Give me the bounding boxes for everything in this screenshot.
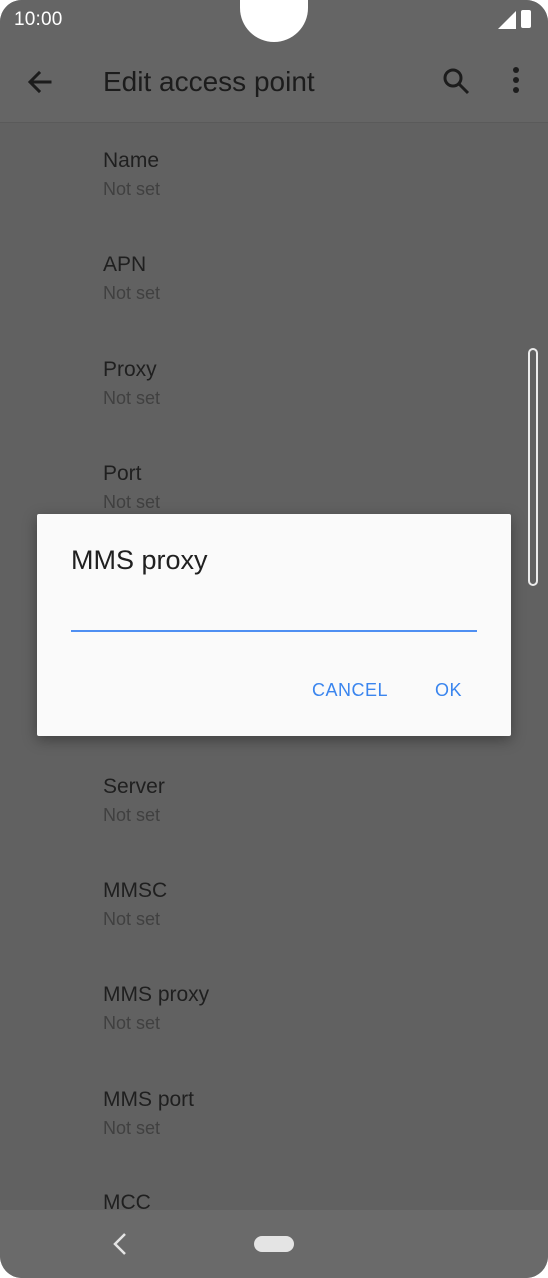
list-item-mms-port[interactable]: MMS port Not set [103, 1088, 194, 1139]
home-pill-button[interactable] [254, 1236, 294, 1252]
list-item-name[interactable]: Name Not set [103, 149, 160, 200]
mms-proxy-dialog: MMS proxy CANCEL OK [37, 514, 511, 736]
list-item-mcc[interactable]: MCC [103, 1191, 151, 1210]
list-item-value: Not set [103, 805, 161, 825]
list-item-label: Port [103, 462, 142, 485]
list-item-value: Not set [103, 492, 161, 512]
list-item-value: Not set [103, 1118, 161, 1138]
list-item-value: Not set [103, 283, 161, 303]
more-options-icon[interactable] [505, 66, 527, 96]
list-item-label: Server [103, 775, 165, 798]
ok-button[interactable]: OK [435, 680, 462, 701]
search-icon[interactable] [441, 66, 471, 96]
dialog-title: MMS proxy [71, 545, 208, 575]
list-item-value: Not set [103, 909, 161, 929]
list-item-value: Not set [103, 388, 161, 408]
mms-proxy-input[interactable] [71, 600, 477, 632]
list-item-proxy[interactable]: Proxy Not set [103, 358, 160, 409]
list-item-server[interactable]: Server Not set [103, 775, 165, 826]
list-item-label: APN [103, 253, 147, 276]
app-bar: Edit access point [0, 44, 548, 123]
status-time: 10:00 [14, 9, 63, 30]
list-item-label: Proxy [103, 358, 157, 381]
list-item-mmsc[interactable]: MMSC Not set [103, 879, 167, 930]
nav-back-icon[interactable] [110, 1230, 130, 1258]
signal-icon [498, 11, 516, 29]
list-item-apn[interactable]: APN Not set [103, 253, 160, 304]
list-item-value: Not set [103, 1013, 161, 1033]
navigation-bar [0, 1210, 548, 1278]
page-title: Edit access point [103, 66, 315, 97]
status-bar: 10:00 [0, 0, 548, 44]
scrollbar[interactable] [528, 348, 538, 586]
list-item-label: Name [103, 149, 160, 172]
list-item-label: MMSC [103, 879, 168, 902]
battery-icon [521, 10, 531, 28]
back-arrow-icon[interactable] [24, 66, 56, 98]
list-item-mms-proxy[interactable]: MMS proxy Not set [103, 983, 209, 1034]
list-item-port[interactable]: Port Not set [103, 462, 160, 513]
list-item-value: Not set [103, 179, 161, 199]
list-item-label: MCC [103, 1191, 151, 1210]
phone-screen: 10:00 Edit access point Name Not set APN… [0, 0, 548, 1278]
camera-notch [240, 0, 308, 42]
list-item-label: MMS proxy [103, 983, 210, 1006]
cancel-button[interactable]: CANCEL [312, 680, 388, 701]
list-item-label: MMS port [103, 1088, 195, 1111]
